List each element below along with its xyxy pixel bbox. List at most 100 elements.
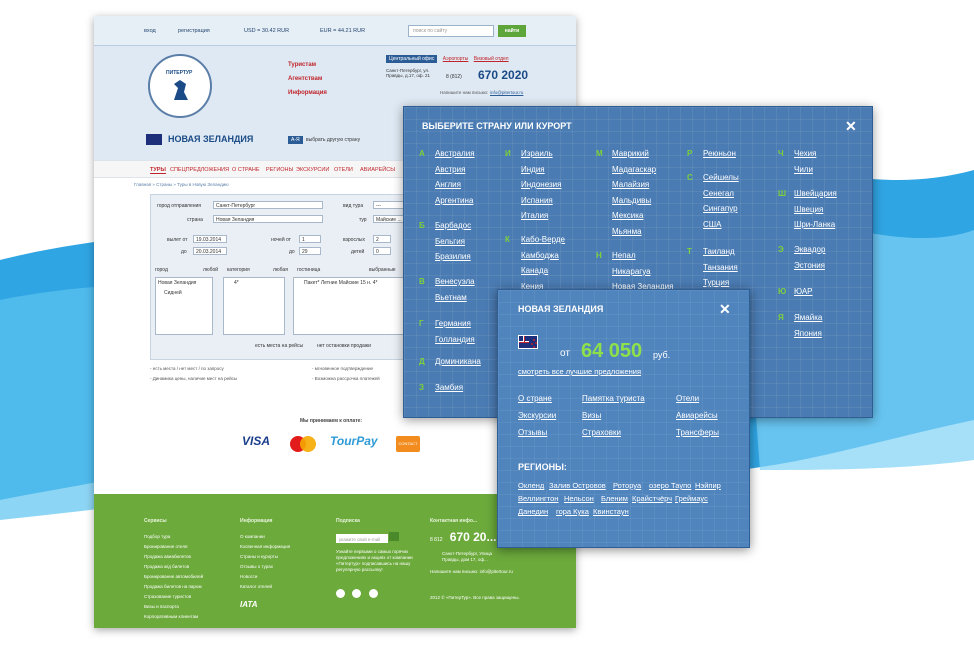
country-link[interactable]: Никарагуа [612, 267, 651, 276]
country-link[interactable]: Мальдивы [612, 196, 651, 205]
depart-from-input[interactable]: 19.03.2014 [193, 235, 227, 243]
office-central-tab[interactable]: Центральный офис [386, 55, 438, 63]
hotels-link[interactable]: Отели [676, 394, 699, 403]
vk-icon[interactable] [368, 589, 378, 598]
country-link[interactable]: Швейцария [794, 189, 837, 198]
footer-link[interactable]: О компании [240, 532, 290, 542]
tourist-memo-link[interactable]: Памятка туриста [582, 394, 645, 403]
region-link[interactable]: Греймаус [675, 494, 708, 503]
country-link[interactable]: Чили [794, 165, 813, 174]
footer-link[interactable]: Бронирование автомобилей [144, 572, 203, 582]
best-offers-link[interactable]: смотреть все лучшие предложения [518, 367, 641, 376]
footer-link[interactable]: Страхование туристов [144, 592, 203, 602]
country-link[interactable]: Камбоджа [521, 251, 559, 260]
email-link[interactable]: info@pitertour.ru [490, 90, 523, 95]
office-visa-link[interactable]: Визовый отдел [474, 56, 509, 62]
country-link[interactable]: Германия [435, 319, 471, 328]
country-link[interactable]: Кабо-Верде [521, 235, 565, 244]
search-input[interactable]: поиск по сайту [408, 25, 494, 37]
region-link[interactable]: Крайстчёрч [632, 494, 672, 503]
country-link[interactable]: Чехия [794, 149, 816, 158]
login-link[interactable]: вход [144, 28, 156, 34]
country-link[interactable]: Замбия [435, 383, 463, 392]
country-link[interactable]: Индия [521, 165, 545, 174]
country-link[interactable]: Эквадор [794, 245, 825, 254]
country-link[interactable]: Непал [612, 251, 636, 260]
tab-flights[interactable]: АВИАРЕЙСЫ [360, 167, 395, 173]
pitertour-logo[interactable]: ПИТЕРТУР [148, 54, 212, 118]
footer-link[interactable]: Косвенная информация [240, 542, 290, 552]
footer-link[interactable]: Новости [240, 572, 290, 582]
region-link[interactable]: Окленд [518, 481, 544, 490]
country-link[interactable]: Австралия [435, 149, 475, 158]
country-link[interactable]: Доминикана [435, 357, 481, 366]
country-link[interactable]: Голландия [435, 335, 475, 344]
country-link[interactable]: Барбадос [435, 221, 471, 230]
nav-tourists[interactable]: Туристам [288, 58, 327, 72]
nav-info[interactable]: Информация [288, 86, 327, 100]
country-link[interactable]: Сингапур [703, 204, 738, 213]
footer-link[interactable]: Корпоративным клиентам [144, 612, 203, 622]
country-link[interactable]: Япония [794, 329, 822, 338]
twitter-icon[interactable] [352, 589, 362, 598]
nights-from-select[interactable]: 1 [299, 235, 321, 243]
footer-link[interactable]: Визы и паспорта [144, 602, 203, 612]
nav-agencies[interactable]: Агентствам [288, 72, 327, 86]
country-link[interactable]: Швеция [794, 205, 823, 214]
about-country-link[interactable]: О стране [518, 394, 552, 403]
footer-link[interactable]: Продажа билетов на паром [144, 582, 203, 592]
reviews-link[interactable]: Отзывы [518, 428, 547, 437]
depart-to-input[interactable]: 20.03.2014 [193, 247, 227, 255]
subscribe-email-input[interactable]: укажите свой e-mail [336, 534, 388, 543]
footer-link[interactable]: Страны и курорты [240, 552, 290, 562]
visas-link[interactable]: Визы [582, 411, 601, 420]
city-item[interactable]: Сидней [156, 288, 212, 298]
country-link[interactable]: Таиланд [703, 247, 735, 256]
country-link[interactable]: Австрия [435, 165, 465, 174]
children-select[interactable]: 0 [373, 247, 391, 255]
country-link[interactable]: Англия [435, 180, 461, 189]
country-link[interactable]: Сенегал [703, 189, 734, 198]
country-link[interactable]: США [703, 220, 721, 229]
country-link[interactable]: Танзания [703, 263, 738, 272]
country-link[interactable]: Эстония [794, 261, 825, 270]
facebook-icon[interactable] [336, 589, 345, 598]
region-link[interactable]: гора Кука [556, 507, 589, 516]
country-link[interactable]: Сейшелы [703, 173, 739, 182]
tab-hotels[interactable]: ОТЕЛИ [334, 167, 353, 173]
country-link[interactable]: Индонезия [521, 180, 561, 189]
city-any-checkbox[interactable]: любой [203, 267, 218, 273]
selected-label[interactable]: выбранные [369, 267, 396, 273]
footer-link[interactable]: Каталог отелей [240, 582, 290, 592]
footer-email-link[interactable]: info@pitertour.ru [480, 569, 513, 574]
tab-excursions[interactable]: ЭКСКУРСИИ [296, 167, 329, 173]
departure-select[interactable]: Санкт-Петербург [213, 201, 323, 209]
country-link[interactable]: Италия [521, 211, 548, 220]
footer-link[interactable]: Бронирование отеля [144, 542, 203, 552]
region-link[interactable]: Данедин [518, 507, 548, 516]
footer-link[interactable]: Продажа ж/д билетов [144, 562, 203, 572]
region-link[interactable]: Нельсон [564, 494, 594, 503]
search-button[interactable]: найти [498, 25, 526, 37]
country-link[interactable]: Вьетнам [435, 293, 467, 302]
footer-link[interactable]: Продажа авиабилетов [144, 552, 203, 562]
category-listbox[interactable]: 4* [223, 277, 285, 335]
insurance-link[interactable]: Страховки [582, 428, 621, 437]
region-link[interactable]: Роторуа [613, 481, 641, 490]
office-airports-link[interactable]: Аэропорты [443, 56, 469, 62]
close-icon[interactable]: ✕ [719, 302, 731, 316]
tab-regions[interactable]: РЕГИОНЫ [266, 167, 293, 173]
footer-link[interactable]: Отзывы о турах [240, 562, 290, 572]
footer-link[interactable]: Подбор тура [144, 532, 203, 542]
no-stop-sale-checkbox[interactable]: нет остановки продажи [317, 343, 371, 349]
country-link[interactable]: Канада [521, 266, 548, 275]
country-link[interactable]: Ямайка [794, 313, 822, 322]
subscribe-button[interactable] [389, 532, 400, 541]
nights-to-select[interactable]: 29 [299, 247, 321, 255]
country-link[interactable]: Израиль [521, 149, 553, 158]
region-link[interactable]: Залив Островов [549, 481, 606, 490]
country-link[interactable]: Бельгия [435, 237, 465, 246]
region-link[interactable]: Бленим [601, 494, 628, 503]
adults-select[interactable]: 2 [373, 235, 391, 243]
tab-special-offers[interactable]: СПЕЦПРЕДЛОЖЕНИЯ [170, 167, 229, 173]
